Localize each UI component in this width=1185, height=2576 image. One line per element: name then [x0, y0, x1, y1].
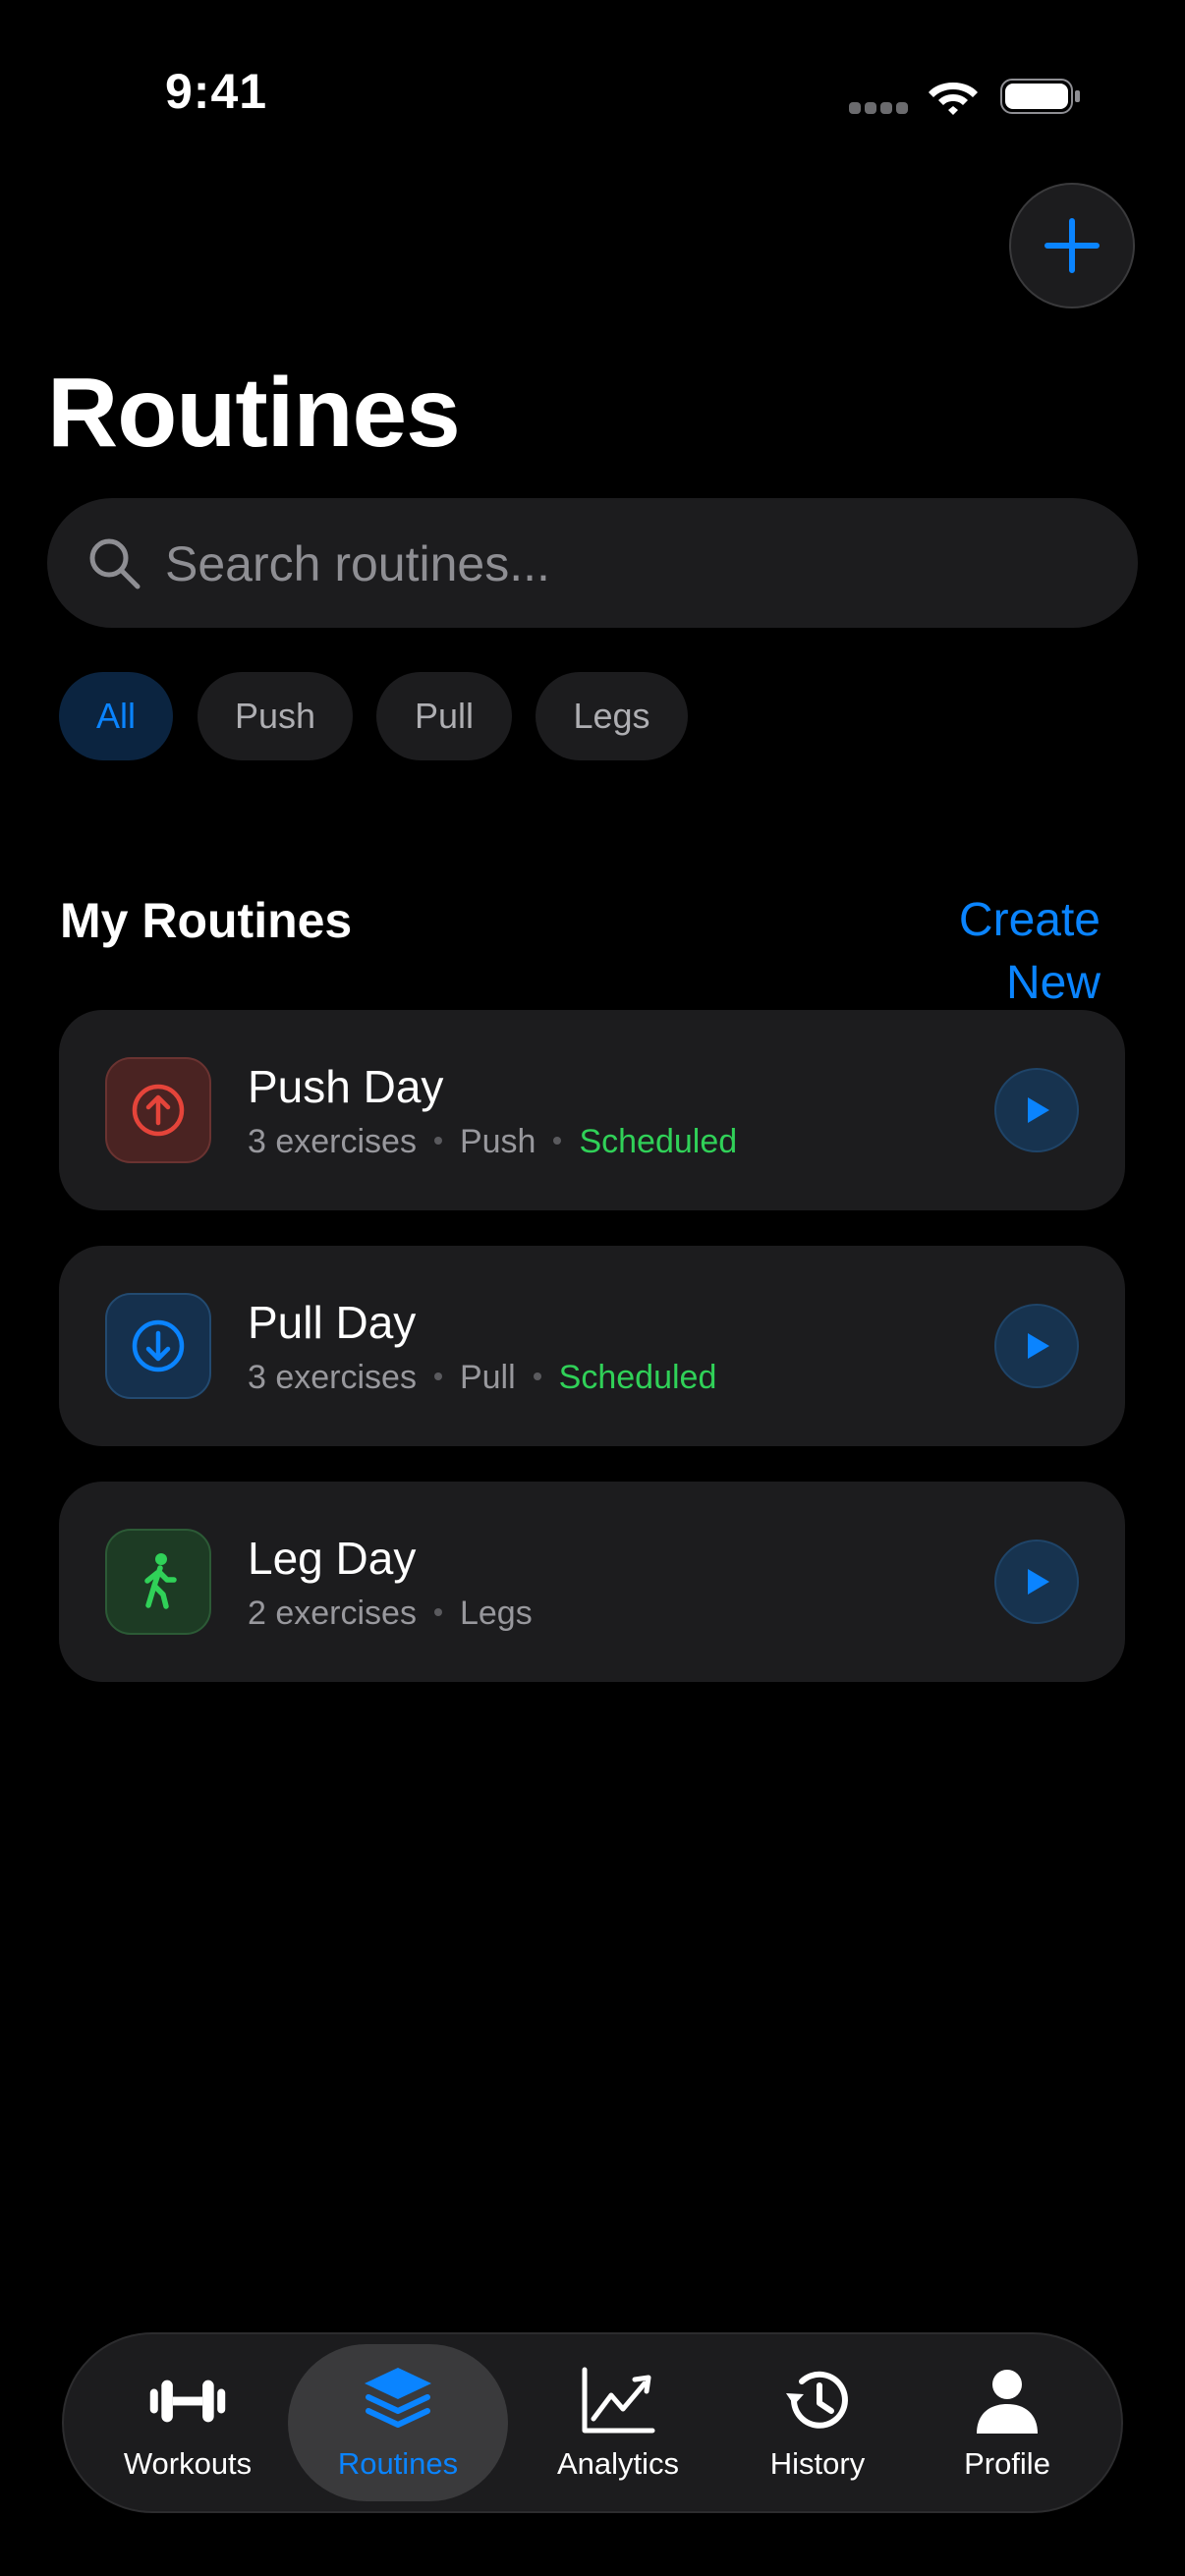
start-routine-button[interactable]	[994, 1304, 1079, 1388]
walking-figure-icon	[144, 1553, 177, 1609]
tab-label: Workouts	[123, 2446, 253, 2481]
routine-meta: 3 exercises Push Scheduled	[248, 1120, 737, 1163]
filter-chip-legs[interactable]: Legs	[536, 672, 688, 760]
cellular-signal-icon	[849, 102, 908, 116]
plus-icon	[1044, 218, 1100, 273]
person-icon	[977, 2370, 1038, 2434]
arrow-up-circle-icon	[132, 1084, 185, 1137]
tab-label: Routines	[337, 2446, 459, 2481]
create-new-link[interactable]: Create New	[853, 889, 1100, 1015]
filter-chip-all[interactable]: All	[59, 672, 173, 760]
tab-history[interactable]: History	[728, 2344, 907, 2501]
dumbbell-icon	[149, 2380, 226, 2423]
wifi-icon	[929, 83, 978, 115]
clock-history-icon	[786, 2371, 848, 2429]
search-icon	[89, 538, 141, 589]
stack-layers-icon	[365, 2368, 431, 2428]
routine-badge	[105, 1293, 211, 1399]
start-routine-button[interactable]	[994, 1068, 1079, 1152]
tab-label: History	[769, 2446, 866, 2481]
start-routine-button[interactable]	[994, 1540, 1079, 1624]
page-title: Routines	[47, 358, 461, 468]
routine-category: Pull	[459, 1359, 516, 1396]
section-title: My Routines	[60, 893, 353, 948]
tab-profile[interactable]: Profile	[923, 2344, 1092, 2501]
routine-name: Push Day	[248, 1061, 444, 1112]
chart-trend-icon	[582, 2367, 655, 2434]
routine-name: Pull Day	[248, 1297, 417, 1348]
routine-card-leg-day[interactable]: Leg Day 2 exercises Legs	[59, 1482, 1125, 1682]
tab-label: Profile	[964, 2446, 1050, 2481]
routine-status: Scheduled	[558, 1359, 717, 1396]
search-input[interactable]	[163, 524, 1091, 604]
play-icon	[1028, 1333, 1049, 1359]
search-bar[interactable]	[47, 498, 1138, 628]
routine-meta: 3 exercises Pull Scheduled	[248, 1356, 716, 1399]
routine-card-push-day[interactable]: Push Day 3 exercises Push Scheduled	[59, 1010, 1125, 1210]
routine-status: Scheduled	[579, 1123, 738, 1160]
routine-exercise-count: 3 exercises	[248, 1123, 417, 1160]
routine-meta: 2 exercises Legs	[248, 1592, 533, 1635]
play-icon	[1028, 1569, 1049, 1595]
status-time: 9:41	[165, 64, 268, 119]
routine-badge	[105, 1057, 211, 1163]
tab-analytics[interactable]: Analytics	[524, 2344, 712, 2501]
tab-routines[interactable]: Routines	[288, 2344, 508, 2501]
routine-category: Legs	[459, 1595, 533, 1632]
routine-category: Push	[459, 1123, 536, 1160]
routine-badge	[105, 1529, 211, 1635]
battery-icon	[1000, 79, 1080, 114]
play-icon	[1028, 1097, 1049, 1123]
tab-label: Analytics	[556, 2446, 680, 2481]
arrow-down-circle-icon	[132, 1319, 185, 1372]
filter-chip-push[interactable]: Push	[198, 672, 353, 760]
routine-exercise-count: 2 exercises	[248, 1595, 417, 1632]
routine-exercise-count: 3 exercises	[248, 1359, 417, 1396]
routine-name: Leg Day	[248, 1533, 417, 1584]
tab-workouts[interactable]: Workouts	[103, 2344, 272, 2501]
add-routine-button[interactable]	[1009, 183, 1135, 308]
filter-chip-pull[interactable]: Pull	[376, 672, 512, 760]
routine-card-pull-day[interactable]: Pull Day 3 exercises Pull Scheduled	[59, 1246, 1125, 1446]
tab-bar: Workouts Routines Analytics History Prof…	[62, 2332, 1123, 2513]
